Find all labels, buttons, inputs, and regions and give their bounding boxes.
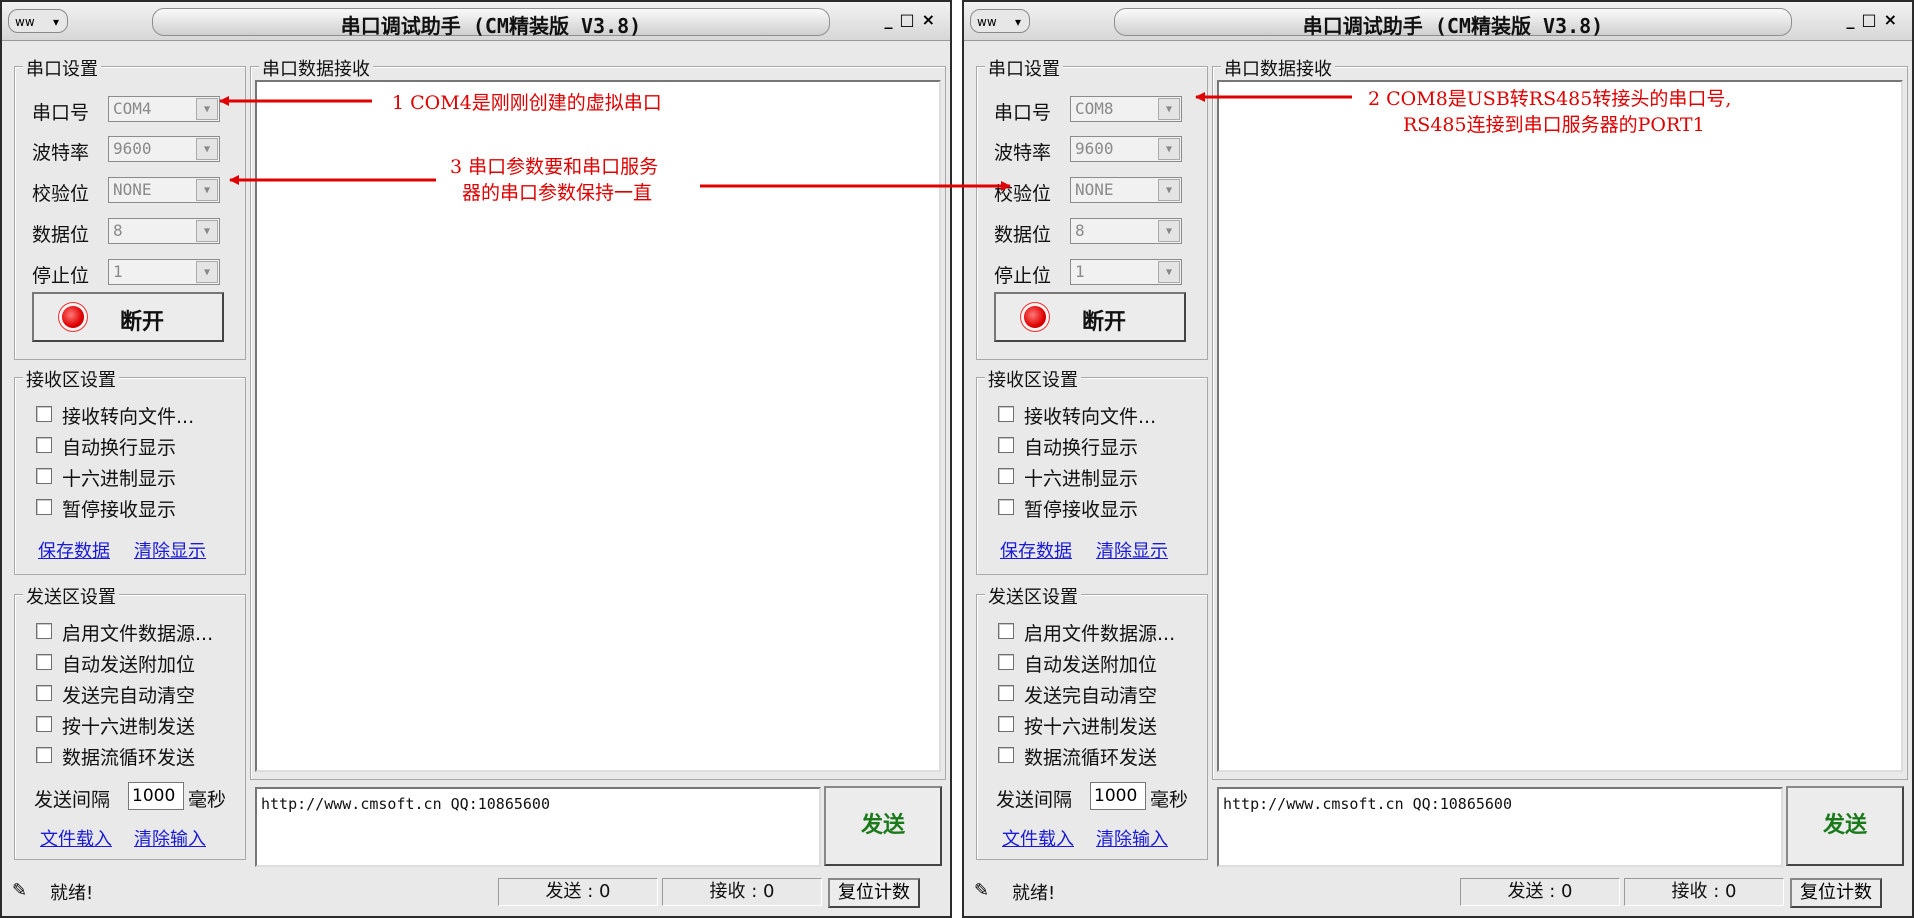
- annotation-arrows: [219, 92, 1352, 191]
